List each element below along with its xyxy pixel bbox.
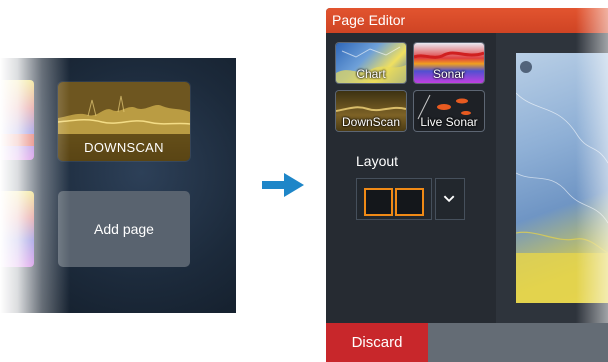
layout-dropdown-button[interactable] bbox=[435, 178, 465, 220]
sonar-app-tile[interactable]: Sonar bbox=[414, 43, 484, 83]
partial-page-tile-top[interactable] bbox=[0, 80, 34, 160]
downscan-thumbnail-icon bbox=[58, 82, 190, 134]
page-editor-panel: Chart Sonar DownScan Live Sonar Layout bbox=[326, 33, 496, 323]
layout-pane-right bbox=[395, 188, 424, 216]
downscan-page-tile[interactable]: DOWNSCAN bbox=[58, 82, 190, 161]
layout-label: Layout bbox=[356, 153, 399, 169]
downscan-app-tile[interactable]: DownScan bbox=[336, 91, 406, 131]
chart-app-tile[interactable]: Chart bbox=[336, 43, 406, 83]
downscan-app-label: DownScan bbox=[341, 115, 401, 129]
live-sonar-app-tile[interactable]: Live Sonar bbox=[414, 91, 484, 131]
layout-selector[interactable] bbox=[356, 178, 432, 220]
partial-page-tile-bottom[interactable] bbox=[0, 191, 34, 267]
arrow-right-icon bbox=[262, 173, 304, 197]
chevron-down-icon bbox=[443, 195, 455, 203]
discard-button[interactable]: Discard bbox=[326, 323, 428, 362]
chart-app-label: Chart bbox=[356, 67, 386, 81]
page-editor-bottom-bar: Discard bbox=[326, 323, 608, 362]
sonar-app-label: Sonar bbox=[432, 67, 466, 81]
layout-pane-left bbox=[364, 188, 393, 216]
page-editor-title: Page Editor bbox=[326, 8, 608, 33]
home-screen: DOWNSCAN Add page bbox=[0, 58, 236, 313]
live-sonar-app-label: Live Sonar bbox=[420, 115, 478, 129]
downscan-tile-label: DOWNSCAN bbox=[58, 134, 190, 161]
add-page-button[interactable]: Add page bbox=[58, 191, 190, 267]
page-editor-window: Page Editor Chart Sonar DownScan Live So… bbox=[326, 8, 608, 362]
map-contours bbox=[516, 61, 608, 303]
chart-map-preview bbox=[516, 53, 608, 303]
